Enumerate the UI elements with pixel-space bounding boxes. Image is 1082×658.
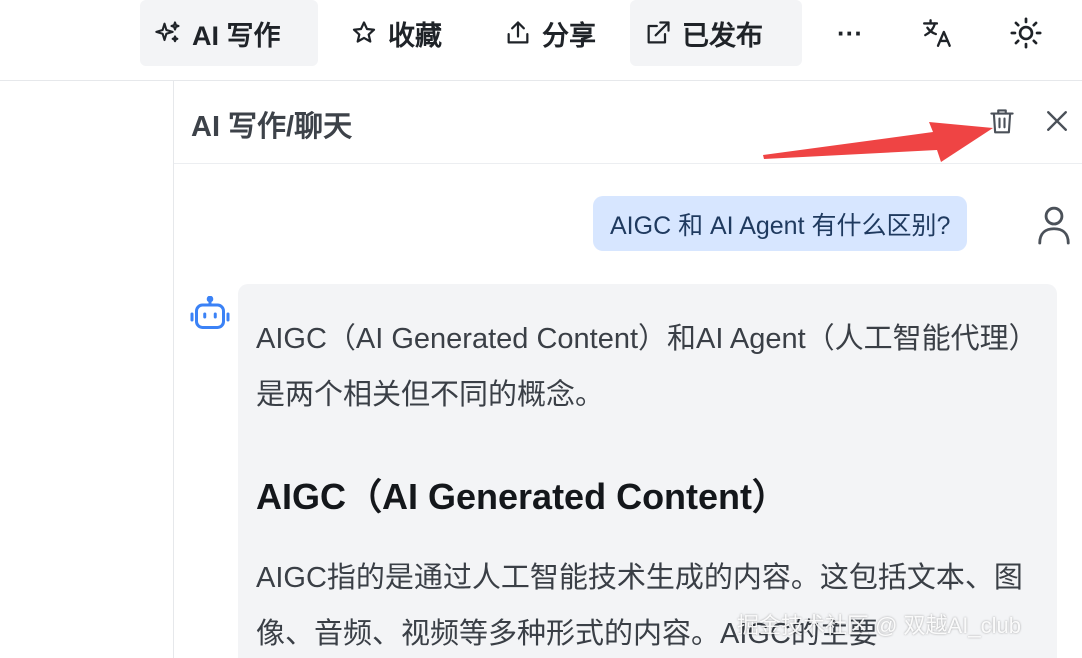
theme-toggle-button[interactable] xyxy=(998,0,1054,66)
published-label: 已发布 xyxy=(682,20,763,51)
app-window: AI 写作 收藏 分享 已发布 ··· AI 写作/聊天 AIGC 和 AI A… xyxy=(0,0,1082,658)
favorite-button[interactable]: 收藏 xyxy=(336,0,460,66)
share-upload-icon xyxy=(507,21,529,44)
bot-message-bubble: AIGC（AI Generated Content）和AI Agent（人工智能… xyxy=(238,284,1057,658)
robot-icon xyxy=(190,296,230,329)
external-link-icon xyxy=(647,21,670,44)
share-label: 分享 xyxy=(542,20,596,51)
published-button[interactable]: 已发布 xyxy=(630,0,802,66)
user-message-bubble: AIGC 和 AI Agent 有什么区别? xyxy=(593,196,968,251)
translate-icon xyxy=(923,19,951,47)
close-icon xyxy=(1047,111,1067,131)
more-label: ··· xyxy=(837,17,863,48)
user-message-text: AIGC 和 AI Agent 有什么区别? xyxy=(610,211,951,240)
sparkles-icon xyxy=(155,21,180,43)
ai-write-label: AI 写作 xyxy=(192,20,281,51)
sun-icon xyxy=(1010,17,1042,49)
bot-heading: AIGC（AI Generated Content） xyxy=(256,476,789,517)
left-pane xyxy=(0,81,174,658)
share-button[interactable]: 分享 xyxy=(490,0,614,66)
close-panel-button[interactable] xyxy=(1037,101,1077,141)
bot-paragraph: AIGC指的是通过人工智能技术生成的内容。这包括文本、图像、音频、视频等多种形式… xyxy=(256,562,1023,650)
panel-title: AI 写作/聊天 xyxy=(191,111,353,143)
translate-button[interactable] xyxy=(910,0,966,66)
watermark: 掘金技术社区 @ 双越AI_club xyxy=(737,613,1021,638)
ai-write-button[interactable]: AI 写作 xyxy=(140,0,318,66)
user-icon xyxy=(1038,206,1070,245)
top-toolbar: AI 写作 收藏 分享 已发布 ··· xyxy=(0,0,1082,81)
annotation-arrow xyxy=(763,122,993,162)
star-icon xyxy=(352,21,376,43)
more-button[interactable]: ··· xyxy=(822,0,878,66)
bot-paragraph: AIGC（AI Generated Content）和AI Agent（人工智能… xyxy=(256,323,1038,411)
favorite-label: 收藏 xyxy=(388,20,442,51)
